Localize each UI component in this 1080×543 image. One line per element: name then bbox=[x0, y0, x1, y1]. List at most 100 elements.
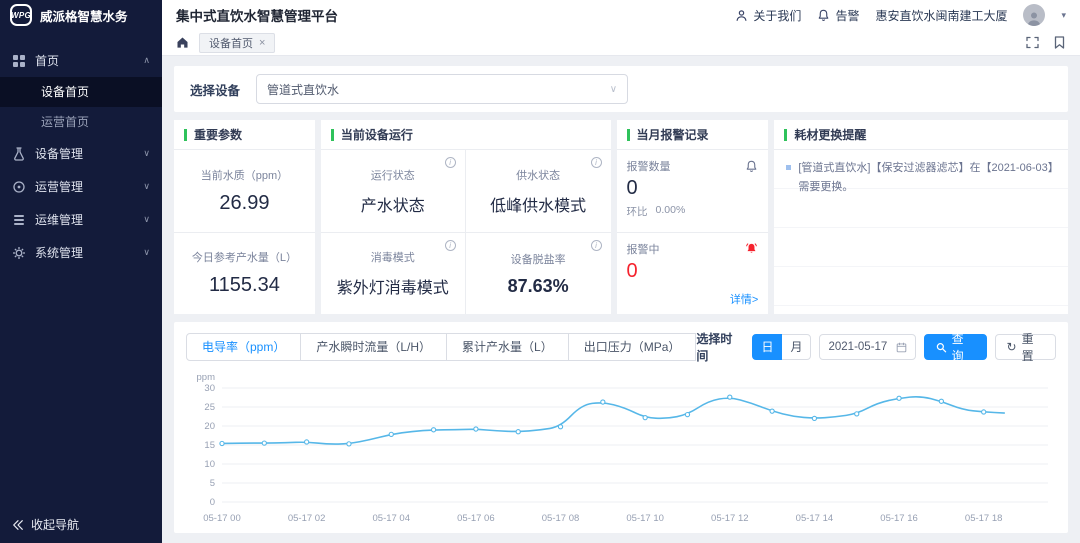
chevron-down-icon[interactable]: ▾ bbox=[1061, 10, 1066, 21]
home-grid-icon bbox=[12, 54, 26, 68]
info-icon[interactable]: i bbox=[591, 157, 602, 168]
fullscreen-icon[interactable] bbox=[1026, 36, 1039, 49]
page-title: 集中式直饮水智慧管理平台 bbox=[176, 5, 338, 25]
svg-text:30: 30 bbox=[204, 383, 215, 394]
chart-tab-conductivity[interactable]: 电导率（ppm） bbox=[186, 333, 301, 361]
alarm-count-label: 报警数量 bbox=[627, 158, 671, 174]
metric-label: 当前水质（ppm） bbox=[201, 167, 288, 183]
sidebar-item-label: 系统管理 bbox=[35, 244, 83, 261]
green-bar bbox=[331, 129, 334, 141]
site-name[interactable]: 惠安直饮水闽南建工大厦 bbox=[875, 7, 1007, 24]
collapse-icon bbox=[12, 519, 24, 531]
main-column: 集中式直饮水智慧管理平台 关于我们 告警 惠安直饮水闽南建工大厦 ▾ bbox=[162, 0, 1080, 543]
alarm-detail-link[interactable]: 详情> bbox=[730, 291, 758, 307]
sidebar-item-label: 运营管理 bbox=[35, 178, 83, 195]
sidebar-item-label: 首页 bbox=[35, 52, 59, 69]
metric-value: 26.99 bbox=[219, 192, 269, 215]
ring-ratio-label: 环比 bbox=[627, 204, 648, 219]
time-filter-group: 选择时间 日 月 2021-05-17 查询 bbox=[696, 330, 1056, 364]
home-icon bbox=[176, 36, 189, 49]
bell-icon bbox=[817, 9, 830, 22]
panel-title: 当前设备运行 bbox=[341, 126, 413, 143]
day-toggle-button[interactable]: 日 bbox=[752, 334, 782, 360]
green-bar bbox=[184, 129, 187, 141]
svg-text:ppm: ppm bbox=[197, 372, 216, 383]
bullet-icon bbox=[786, 165, 791, 170]
sidebar-item-operation-home[interactable]: 运营首页 bbox=[0, 107, 162, 137]
content-area: 选择设备 管道式直饮水 ∨ 重要参数 当前水质（ppm） 26 bbox=[162, 56, 1080, 543]
device-select[interactable]: 管道式直饮水 ∨ bbox=[256, 74, 628, 104]
alarm-count-value: 0 bbox=[627, 177, 759, 200]
refresh-icon: ↻ bbox=[1007, 340, 1017, 354]
info-icon[interactable]: i bbox=[591, 240, 602, 251]
person-icon bbox=[735, 9, 748, 22]
svg-text:20: 20 bbox=[204, 421, 215, 432]
svg-text:05-17 16: 05-17 16 bbox=[880, 513, 918, 524]
panel-title: 重要参数 bbox=[194, 126, 242, 143]
time-filter-label: 选择时间 bbox=[696, 330, 742, 364]
reset-button[interactable]: ↻ 重置 bbox=[995, 334, 1056, 360]
date-value: 2021-05-17 bbox=[828, 341, 887, 353]
date-picker[interactable]: 2021-05-17 bbox=[819, 334, 916, 360]
month-toggle-button[interactable]: 月 bbox=[781, 334, 811, 360]
sidebar-item-label: 运营首页 bbox=[41, 115, 89, 129]
target-icon bbox=[12, 180, 26, 194]
panel-body: 当前水质（ppm） 26.99 今日参考产水量（L） 1155.34 bbox=[174, 150, 315, 314]
chart-tab-instant-flow[interactable]: 产水瞬时流量（L/H） bbox=[300, 333, 447, 361]
collapse-nav-button[interactable]: 收起导航 bbox=[12, 516, 79, 533]
chevron-down-icon: ∨ bbox=[610, 84, 617, 95]
info-icon[interactable]: i bbox=[445, 240, 456, 251]
sidebar-item-label: 运维管理 bbox=[35, 211, 83, 228]
brand-name: 威派格智慧水务 bbox=[40, 6, 128, 25]
line-chart-svg: 051015202530ppm05-17 0005-17 0205-17 040… bbox=[186, 370, 1056, 528]
ring-ratio-value: 0.00% bbox=[656, 204, 686, 219]
gear-icon bbox=[12, 246, 26, 260]
panel-header: 重要参数 bbox=[174, 120, 315, 150]
green-bar bbox=[627, 129, 630, 141]
svg-text:05-17 10: 05-17 10 bbox=[626, 513, 664, 524]
conductivity-line-chart[interactable]: 051015202530ppm05-17 0005-17 0205-17 040… bbox=[186, 370, 1056, 525]
tab-label: 设备首页 bbox=[209, 35, 253, 51]
about-us-label: 关于我们 bbox=[753, 7, 801, 24]
svg-text:15: 15 bbox=[204, 440, 215, 451]
home-tab-button[interactable] bbox=[176, 36, 189, 49]
panel-body: 报警数量 0 环比 0.00% 报警中 bbox=[617, 150, 769, 314]
metric-value: 低峰供水模式 bbox=[490, 192, 586, 216]
chevron-down-icon: ∨ bbox=[143, 148, 150, 159]
search-icon bbox=[936, 342, 946, 353]
avatar[interactable] bbox=[1023, 4, 1045, 26]
svg-text:05-17 04: 05-17 04 bbox=[373, 513, 411, 524]
query-button[interactable]: 查询 bbox=[924, 334, 986, 360]
alarm-link[interactable]: 告警 bbox=[817, 7, 859, 24]
sidebar-item-operation-mgmt[interactable]: 运营管理 ∨ bbox=[0, 170, 162, 203]
svg-text:5: 5 bbox=[210, 478, 215, 489]
device-select-value: 管道式直饮水 bbox=[267, 81, 339, 98]
sidebar-item-device-home[interactable]: 设备首页 bbox=[0, 77, 162, 107]
sidebar-item-home[interactable]: 首页 ∧ bbox=[0, 44, 162, 77]
about-us-link[interactable]: 关于我们 bbox=[735, 7, 801, 24]
info-icon[interactable]: i bbox=[445, 157, 456, 168]
panel-row: 重要参数 当前水质（ppm） 26.99 今日参考产水量（L） 1155.34 bbox=[174, 120, 1068, 314]
strip-right-tools bbox=[1026, 36, 1066, 49]
sidebar-item-label: 设备管理 bbox=[35, 145, 83, 162]
chart-tab-outlet-pressure[interactable]: 出口压力（MPa） bbox=[568, 333, 697, 361]
close-icon[interactable]: × bbox=[259, 37, 265, 49]
collapse-nav-label: 收起导航 bbox=[31, 516, 79, 533]
sidebar-menu: 首页 ∧ 设备首页 运营首页 设备管理 ∨ 运营管理 ∨ bbox=[0, 30, 162, 269]
sidebar-item-maintenance-mgmt[interactable]: 运维管理 ∨ bbox=[0, 203, 162, 236]
bookmark-icon[interactable] bbox=[1053, 36, 1066, 49]
sidebar-item-system-mgmt[interactable]: 系统管理 ∨ bbox=[0, 236, 162, 269]
brand: WPG 威派格智慧水务 bbox=[0, 0, 162, 30]
chart-tab-cumulative-output[interactable]: 累计产水量（L） bbox=[446, 333, 569, 361]
consumable-reminder-item: [管道式直饮水]【保安过滤器滤芯】在【2021-06-03】需要更换。 bbox=[786, 159, 1056, 198]
panel-device-running: 当前设备运行 i 运行状态 产水状态 i 供水状态 低峰供水模式 bbox=[321, 120, 611, 314]
flask-icon bbox=[12, 147, 26, 161]
panel-title: 当月报警记录 bbox=[637, 126, 709, 143]
desalination-rate-cell: i 设备脱盐率 87.63% bbox=[466, 232, 611, 314]
sidebar-item-device-mgmt[interactable]: 设备管理 ∨ bbox=[0, 137, 162, 170]
wpg-logo: WPG bbox=[10, 4, 32, 26]
tab-device-home[interactable]: 设备首页 × bbox=[199, 33, 275, 53]
alarm-label: 告警 bbox=[835, 7, 859, 24]
metric-label: 消毒模式 bbox=[371, 249, 415, 265]
chevron-down-icon: ∨ bbox=[143, 214, 150, 225]
